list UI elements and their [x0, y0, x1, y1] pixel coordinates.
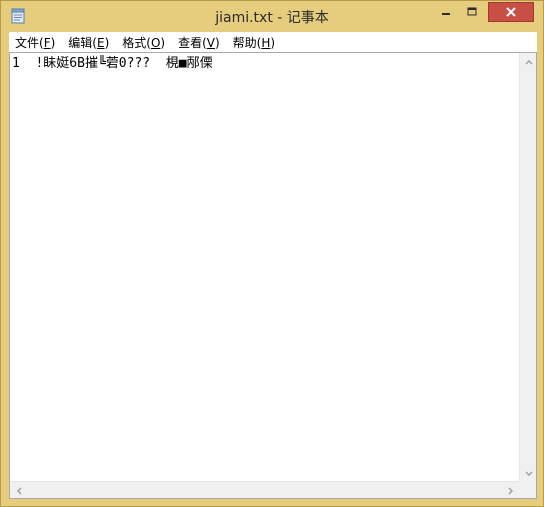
minimize-button[interactable]	[432, 2, 459, 22]
scroll-right-button[interactable]	[502, 482, 519, 499]
scroll-up-button[interactable]	[520, 53, 537, 70]
horizontal-scrollbar[interactable]	[10, 481, 519, 498]
menu-help-label: 帮助(	[232, 35, 262, 50]
chevron-up-icon	[524, 59, 533, 65]
maximize-icon	[467, 7, 477, 16]
editor-text[interactable]: 1 !眛娗6B摧╚菪0??? 梘■邴傈	[12, 55, 519, 480]
menu-bar: 文件(F) 编辑(E) 格式(O) 查看(V) 帮助(H)	[9, 32, 537, 52]
menu-format[interactable]: 格式(O)	[116, 34, 171, 51]
close-icon	[506, 7, 516, 17]
chevron-right-icon	[507, 486, 513, 495]
chevron-down-icon	[524, 470, 533, 476]
scrollbar-corner	[519, 481, 536, 498]
menu-view-label: 查看(	[178, 35, 207, 50]
minimize-icon	[441, 13, 450, 15]
notepad-window: jiami.txt - 记事本 文件(F) 编辑(E) 格式(O) 查看(V) …	[0, 0, 544, 507]
menu-file-label: 文件(	[15, 35, 44, 50]
menu-edit-accel: E	[96, 35, 105, 50]
menu-file-tail: )	[50, 35, 56, 50]
menu-file[interactable]: 文件(F)	[9, 34, 61, 51]
menu-edit-tail: )	[104, 35, 110, 50]
menu-format-accel: O	[150, 35, 161, 50]
menu-edit[interactable]: 编辑(E)	[62, 34, 115, 51]
menu-format-tail: )	[160, 35, 166, 50]
close-button[interactable]	[488, 2, 534, 22]
scroll-left-button[interactable]	[10, 482, 27, 499]
vertical-scrollbar[interactable]	[519, 53, 536, 482]
menu-view-accel: V	[206, 35, 215, 50]
title-bar[interactable]: jiami.txt - 记事本	[1, 1, 543, 31]
chevron-left-icon	[16, 486, 22, 495]
text-editor[interactable]: 1 !眛娗6B摧╚菪0??? 梘■邴傈	[9, 52, 537, 499]
menu-format-label: 格式(	[122, 35, 151, 50]
menu-file-accel: F	[43, 35, 51, 50]
menu-edit-label: 编辑(	[68, 35, 97, 50]
menu-help[interactable]: 帮助(H)	[227, 34, 281, 51]
scroll-down-button[interactable]	[520, 465, 537, 482]
menu-help-tail: )	[270, 35, 276, 50]
maximize-button[interactable]	[459, 2, 485, 22]
menu-view-tail: )	[214, 35, 220, 50]
menu-view[interactable]: 查看(V)	[172, 34, 226, 51]
